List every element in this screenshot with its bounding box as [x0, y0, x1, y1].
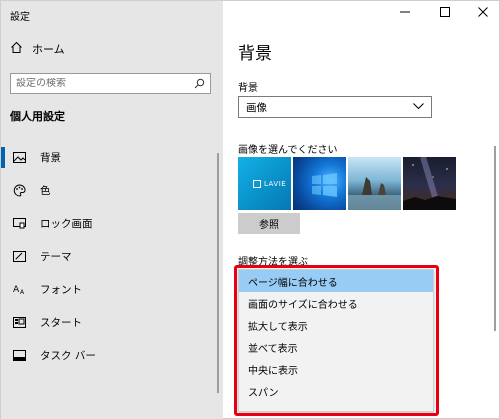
font-icon: AA — [13, 283, 26, 296]
sidebar-item-lock-screen[interactable]: ロック画面 — [1, 207, 223, 240]
sidebar-item-label: スタート — [40, 317, 82, 329]
lavie-logo-text: LAVIE — [264, 180, 287, 188]
chevron-down-icon — [413, 101, 424, 113]
search-box[interactable] — [10, 73, 211, 94]
svg-text:A: A — [20, 289, 25, 295]
sidebar-item-background[interactable]: 背景 — [1, 141, 223, 174]
choose-picture-label: 画像を選んでください — [238, 145, 338, 156]
home-label: ホーム — [32, 43, 65, 56]
highlight-box — [234, 265, 439, 416]
maximize-button[interactable] — [429, 1, 461, 23]
thumbnail-night-sky[interactable] — [403, 157, 456, 210]
sidebar-item-start[interactable]: スタート — [1, 306, 223, 339]
sidebar-item-font[interactable]: AA フォント — [1, 273, 223, 306]
background-label: 背景 — [238, 83, 258, 94]
settings-window: 設定 ホーム 個人用設定 背景 — [0, 0, 500, 419]
search-input[interactable] — [16, 78, 186, 89]
sidebar-nav: 背景 色 ロック画面 テーマ A A フォント スタート タスク バー — [1, 141, 223, 372]
thumbnail-windows[interactable] — [293, 157, 346, 210]
background-select[interactable]: 画像 — [238, 96, 432, 118]
start-icon — [13, 316, 26, 329]
lavie-logo-icon — [253, 180, 261, 188]
picture-icon — [13, 151, 26, 164]
sidebar-item-label: フォント — [40, 284, 82, 296]
sidebar-item-color[interactable]: 色 — [1, 174, 223, 207]
browse-button[interactable]: 参照 — [238, 213, 300, 234]
sidebar-scrollbar[interactable] — [217, 153, 219, 393]
home-icon — [10, 41, 23, 57]
thumbnail-lavie[interactable]: LAVIE — [238, 157, 291, 210]
search-icon[interactable] — [194, 74, 205, 93]
sidebar-item-theme[interactable]: テーマ — [1, 240, 223, 273]
sidebar-item-label: 色 — [40, 185, 51, 197]
svg-text:A: A — [13, 285, 20, 295]
sidebar-item-label: テーマ — [40, 251, 72, 263]
taskbar-icon — [13, 349, 26, 362]
close-button[interactable] — [467, 1, 499, 23]
app-title: 設定 — [10, 12, 30, 23]
sidebar-item-label: 背景 — [40, 152, 61, 164]
thumbnail-beach[interactable] — [348, 157, 401, 210]
page-title: 背景 — [238, 44, 272, 64]
lock-screen-icon — [13, 217, 26, 230]
background-select-value: 画像 — [246, 101, 267, 114]
minimize-button[interactable] — [389, 1, 421, 23]
sidebar: 設定 ホーム 個人用設定 背景 — [1, 1, 223, 419]
home-link[interactable]: ホーム — [10, 41, 65, 57]
palette-icon — [13, 184, 26, 197]
content-scrollbar[interactable] — [494, 146, 496, 331]
sidebar-item-label: ロック画面 — [40, 218, 93, 230]
theme-icon — [13, 250, 26, 263]
section-title: 個人用設定 — [10, 110, 65, 123]
picture-thumbnails: LAVIE — [238, 157, 456, 210]
sidebar-item-label: タスク バー — [40, 350, 96, 362]
sidebar-item-taskbar[interactable]: タスク バー — [1, 339, 223, 372]
